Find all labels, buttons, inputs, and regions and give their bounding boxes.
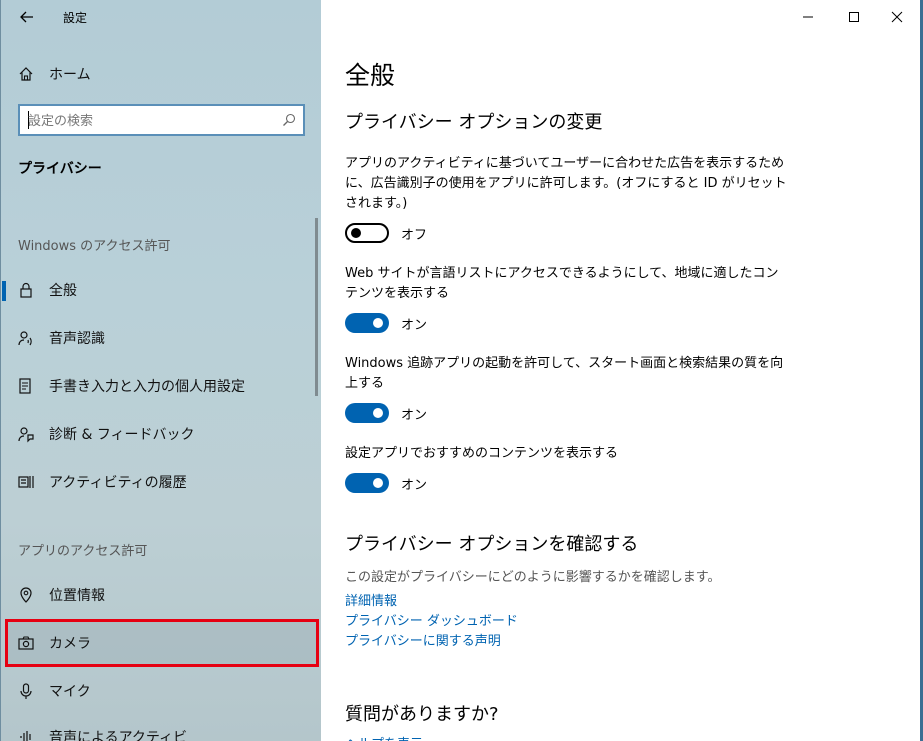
nav-item-activity-history[interactable]: アクティビティの履歴 [1,460,322,504]
titlebar-left: 設定 [1,0,322,34]
nav-home[interactable]: ホーム [1,52,322,96]
nav-item-location[interactable]: 位置情報 [1,573,322,617]
nav-item-label: 音声によるアクティビ [49,730,188,741]
nav-item-label: 音声認識 [49,331,105,347]
advertising-id-toggle[interactable] [345,223,389,243]
toggle-state-label: オン [401,478,428,493]
camera-icon [17,634,35,652]
options-heading: プライバシー オプションの変更 [345,112,603,133]
app-title: 設定 [63,11,88,25]
inking-icon [17,377,35,395]
privacy-dashboard-link[interactable]: プライバシー ダッシュボード [345,610,518,629]
nav-item-camera[interactable]: カメラ [1,621,322,665]
minimize-icon [803,16,813,18]
feedback-icon [17,425,35,443]
nav-item-general[interactable]: 全般 [1,268,322,312]
sidebar-scrollbar[interactable] [315,218,318,396]
search-input[interactable] [26,109,280,133]
confirm-note: この設定がプライバシーにどのように影響するかを確認します。 [345,570,721,585]
toggle-state-label: オン [401,318,428,333]
maximize-button[interactable] [831,0,877,34]
group-label-windows: Windows のアクセス許可 [18,239,171,254]
location-icon [17,586,35,604]
toggle-knob [373,478,383,488]
nav-home-label: ホーム [49,67,91,83]
main-content: 全般 プライバシー オプションの変更 アプリのアクティビティに基づいてユーザーに… [321,0,923,741]
speech-icon [17,329,35,347]
nav-item-label: 位置情報 [49,588,105,604]
nav-item-voice-activation[interactable]: 音声によるアクティビ [1,715,322,741]
confirm-heading: プライバシー オプションを確認する [345,534,639,555]
suggested-content-toggle[interactable] [345,473,389,493]
toggle-knob [351,228,361,238]
nav-item-speech[interactable]: 音声認識 [1,316,322,360]
setting-description: Windows 追跡アプリの起動を許可して、スタート画面と検索結果の質を向上する [345,356,784,391]
home-icon [17,65,35,83]
nav-item-label: 手書き入力と入力の個人用設定 [49,379,245,395]
group-label-apps: アプリのアクセス許可 [18,544,148,559]
nav-item-label: マイク [49,684,91,700]
nav-item-label: 全般 [49,283,77,299]
learn-more-link[interactable]: 詳細情報 [345,590,397,609]
search-icon[interactable] [281,112,297,128]
nav-item-label: カメラ [49,636,91,652]
sidebar: 設定 ホーム プライバシー Windows のアクセス許可 全般 [0,0,321,741]
lock-icon [17,281,35,299]
nav-item-label: 診断 & フィードバック [49,427,195,443]
settings-window: 設定 ホーム プライバシー Windows のアクセス許可 全般 [0,0,923,741]
toggle-knob [373,318,383,328]
minimize-button[interactable] [785,0,831,34]
history-icon [17,473,35,491]
maximize-icon [849,12,859,22]
section-title: プライバシー [18,161,102,177]
toggle-knob [373,408,383,418]
question-heading: 質問がありますか? [345,704,499,725]
back-arrow-icon [20,11,33,23]
nav-item-inking[interactable]: 手書き入力と入力の個人用設定 [1,364,322,408]
app-launch-tracking-toggle[interactable] [345,403,389,423]
voice-activation-icon [17,728,35,741]
nav-item-feedback[interactable]: 診断 & フィードバック [1,412,322,456]
search-box[interactable] [18,104,305,136]
toggle-state-label: オフ [401,228,428,243]
nav-item-microphone[interactable]: マイク [1,669,322,713]
back-button[interactable] [13,6,41,28]
close-button[interactable] [874,0,920,34]
setting-description: アプリのアクティビティに基づいてユーザーに合わせた広告を表示するために、広告識別… [345,156,787,211]
microphone-icon [17,682,35,700]
toggle-state-label: オン [401,408,428,423]
privacy-statement-link[interactable]: プライバシーに関する声明 [345,630,501,649]
page-title: 全般 [345,61,396,90]
language-list-toggle[interactable] [345,313,389,333]
setting-description: Web サイトが言語リストにアクセスできるようにして、地域に適したコンテンツを表… [345,266,779,301]
setting-description: 設定アプリでおすすめのコンテンツを表示する [345,446,619,461]
nav-item-label: アクティビティの履歴 [49,475,187,491]
close-icon [891,11,903,23]
help-link[interactable]: ヘルプを表示 [345,733,423,741]
